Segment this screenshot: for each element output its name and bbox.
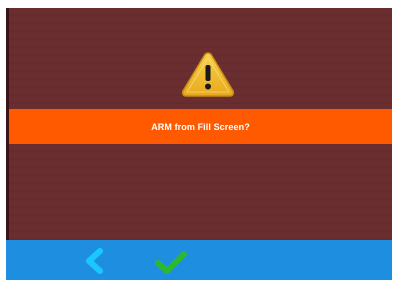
dialog-message: ARM from Fill Screen? (151, 121, 250, 132)
back-button[interactable] (83, 248, 107, 274)
checkmark-icon (155, 251, 187, 274)
confirm-button[interactable] (154, 250, 188, 274)
bottom-toolbar (6, 240, 392, 280)
confirm-dialog-screen: ARM from Fill Screen? (6, 8, 392, 280)
chevron-left-icon (86, 248, 103, 274)
warning-triangle-icon (180, 50, 236, 98)
message-banner: ARM from Fill Screen? (9, 109, 392, 144)
